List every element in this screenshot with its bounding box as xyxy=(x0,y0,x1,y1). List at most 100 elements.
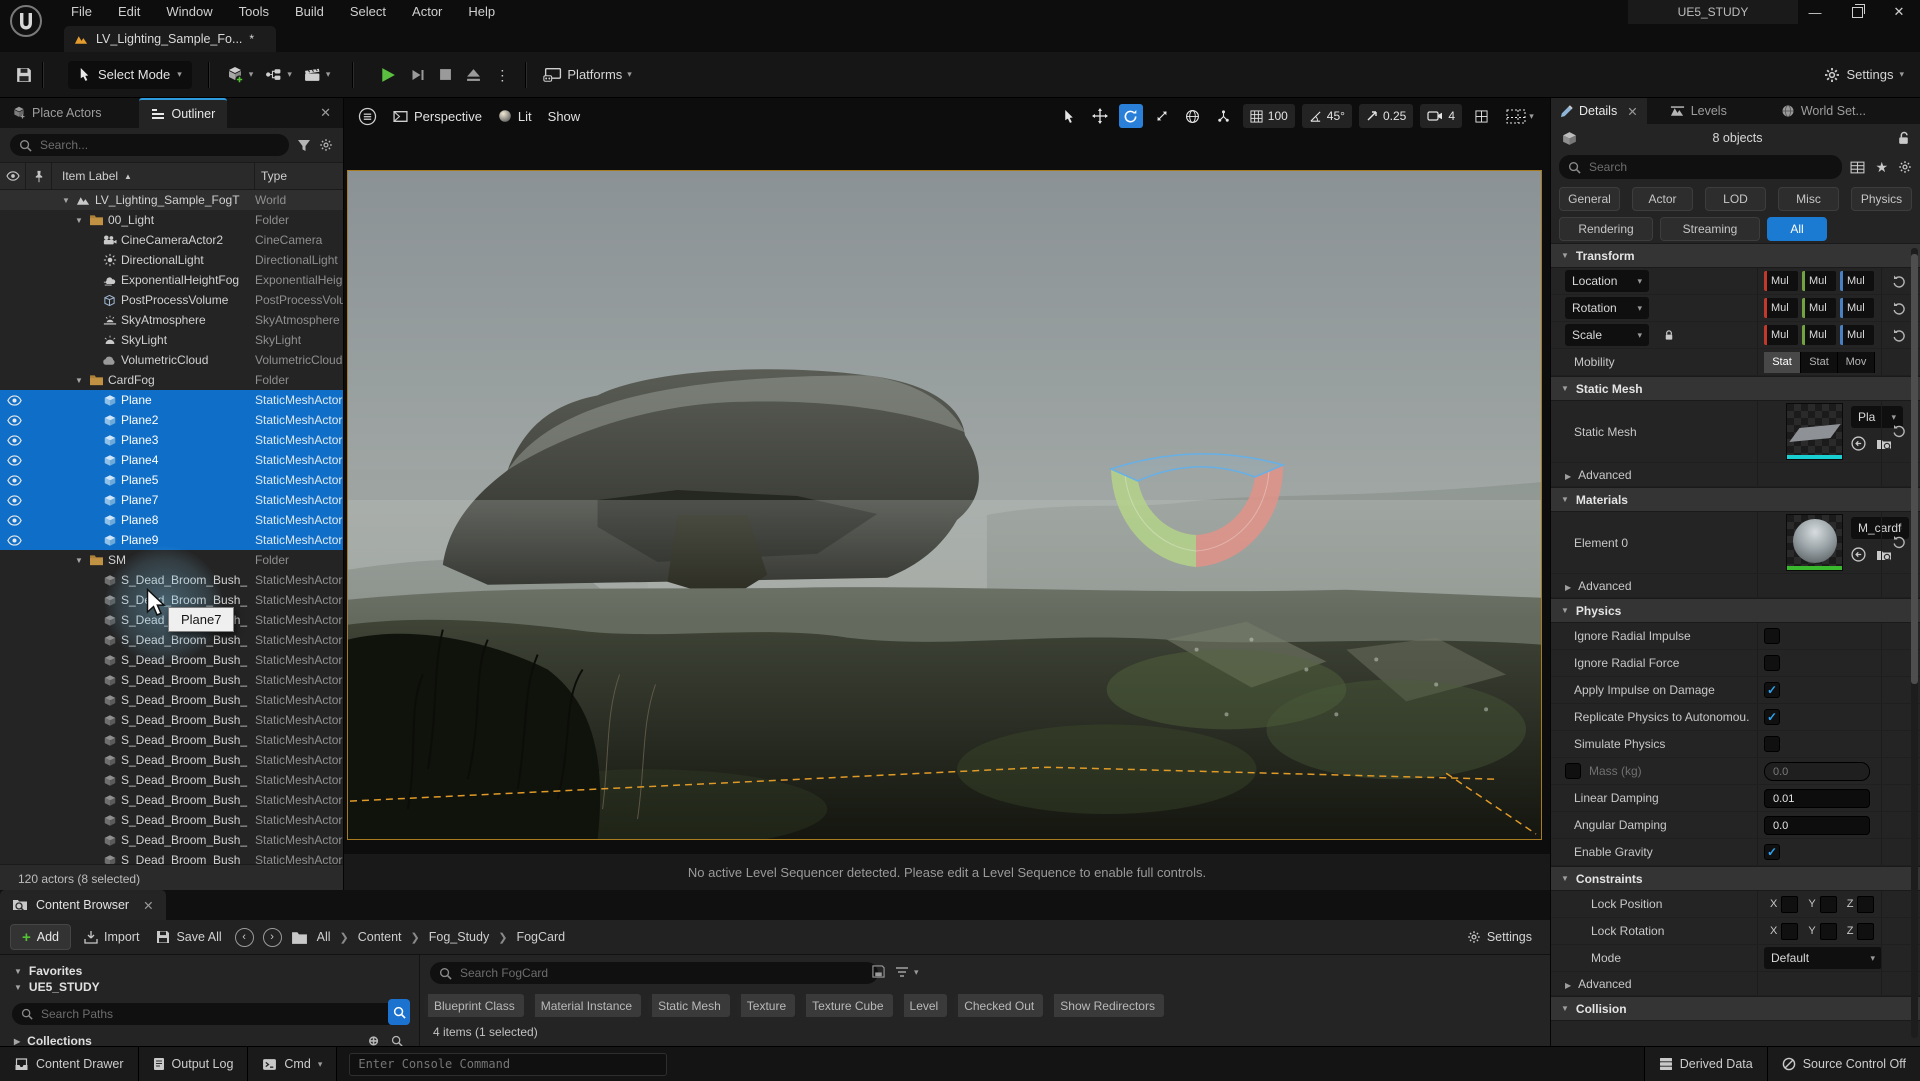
reset-scale-icon[interactable] xyxy=(1892,328,1906,342)
pin-column-icon[interactable] xyxy=(26,163,52,189)
reset-material-icon[interactable] xyxy=(1892,534,1906,551)
sidebar-project[interactable]: ▼UE5_STUDY xyxy=(0,979,419,995)
axis-x-checkbox[interactable] xyxy=(1781,923,1798,940)
physics-checkbox[interactable]: ✓ xyxy=(1764,682,1780,698)
scale-b-value[interactable]: Mul xyxy=(1840,325,1874,345)
level-asset-tab[interactable]: LV_Lighting_Sample_Fo... * xyxy=(64,26,276,52)
row-caret[interactable]: ▼ xyxy=(62,196,74,205)
minimize-button[interactable]: — xyxy=(1794,0,1836,24)
axis-x-checkbox[interactable] xyxy=(1781,896,1798,913)
static-mesh-section-header[interactable]: ▼Static Mesh xyxy=(1551,376,1920,401)
outliner-row[interactable]: ▼CardFogFolder xyxy=(0,370,343,390)
asset-search[interactable] xyxy=(430,962,878,984)
details-filter-physics[interactable]: Physics xyxy=(1851,187,1912,211)
outliner-row[interactable]: Plane8StaticMeshActor xyxy=(0,510,343,530)
menu-edit[interactable]: Edit xyxy=(107,0,151,24)
outliner-settings-icon[interactable] xyxy=(319,138,333,152)
outliner-row[interactable]: SkyAtmosphereSkyAtmosphere xyxy=(0,310,343,330)
use-selected-asset-icon[interactable] xyxy=(1851,436,1866,451)
grid-snap-control[interactable]: 100 xyxy=(1243,104,1295,128)
import-button[interactable]: Import xyxy=(80,930,143,944)
forward-icon[interactable]: › xyxy=(263,928,282,947)
physics-checkbox[interactable] xyxy=(1764,628,1780,644)
viewport-layout-icon[interactable]: ▾ xyxy=(1500,104,1540,128)
content-browser-settings[interactable]: Settings xyxy=(1467,930,1540,944)
breadcrumb-fog_study[interactable]: Fog_Study xyxy=(429,930,489,944)
column-type[interactable]: Type xyxy=(255,163,343,189)
row-eye-icon[interactable] xyxy=(0,455,28,466)
camera-speed-control[interactable]: 4 xyxy=(1420,104,1462,128)
menu-actor[interactable]: Actor xyxy=(401,0,453,24)
perspective-dropdown[interactable]: Perspective xyxy=(393,109,482,124)
row-eye-icon[interactable] xyxy=(0,495,28,506)
row-eye-icon[interactable] xyxy=(0,415,28,426)
details-filter-lod[interactable]: LOD xyxy=(1705,187,1766,211)
eject-icon[interactable] xyxy=(466,68,481,81)
outliner-row[interactable]: Plane3StaticMeshActor xyxy=(0,430,343,450)
outliner-close-icon[interactable]: ✕ xyxy=(308,98,343,128)
physics-checkbox[interactable] xyxy=(1764,736,1780,752)
cmd-dropdown[interactable]: Cmd▾ xyxy=(248,1047,337,1081)
outliner-row[interactable]: VolumetricCloudVolumetricCloud xyxy=(0,350,343,370)
asset-filter-static-mesh[interactable]: Static Mesh xyxy=(648,994,730,1017)
reset-static-mesh-icon[interactable] xyxy=(1892,423,1906,440)
search-paths-input[interactable] xyxy=(39,1006,389,1022)
constraints-advanced-row[interactable]: ▶Advanced xyxy=(1551,972,1920,996)
details-filter-rendering[interactable]: Rendering xyxy=(1559,217,1653,241)
platforms-dropdown[interactable]: Platforms ▾ xyxy=(537,60,637,90)
scale-tool-icon[interactable] xyxy=(1150,104,1174,128)
physics-checkbox[interactable]: ✓ xyxy=(1764,709,1780,725)
outliner-search-input[interactable] xyxy=(38,137,280,153)
tab-levels[interactable]: Levels xyxy=(1661,98,1736,124)
menu-file[interactable]: File xyxy=(60,0,103,24)
breadcrumb-content[interactable]: Content xyxy=(358,930,402,944)
details-close-icon[interactable]: ✕ xyxy=(1627,104,1637,119)
show-flags-dropdown[interactable]: Show xyxy=(548,109,581,124)
asset-filter-blueprint-class[interactable]: Blueprint Class xyxy=(424,994,524,1017)
derived-data-button[interactable]: Derived Data xyxy=(1644,1047,1768,1081)
details-filter-misc[interactable]: Misc xyxy=(1778,187,1839,211)
details-filter-actor[interactable]: Actor xyxy=(1632,187,1693,211)
outliner-row[interactable]: PostProcessVolumePostProcessVolume xyxy=(0,290,343,310)
constraint-mode-dropdown[interactable]: Default▾ xyxy=(1764,947,1882,969)
location-g-value[interactable]: Mul xyxy=(1802,271,1836,291)
location-dropdown[interactable]: Location▾ xyxy=(1565,270,1649,292)
materials-section-header[interactable]: ▼Materials xyxy=(1551,487,1920,512)
rotate-tool-icon[interactable] xyxy=(1119,104,1143,128)
row-caret[interactable]: ▼ xyxy=(75,216,87,225)
asset-filter-show-redirectors[interactable]: Show Redirectors xyxy=(1050,994,1164,1017)
outliner-row[interactable]: ▼LV_Lighting_Sample_FogTWorld xyxy=(0,190,343,210)
reset-location-icon[interactable] xyxy=(1892,274,1906,288)
viewport-options-icon[interactable] xyxy=(358,107,377,126)
asset-filter-texture[interactable]: Texture xyxy=(737,994,795,1017)
physics-value-field[interactable]: 0.0 xyxy=(1764,816,1870,835)
asset-filter-checked-out[interactable]: Checked Out xyxy=(954,994,1043,1017)
outliner-row[interactable]: S_Dead_Broom_Bush_StaticMeshActor xyxy=(0,710,343,730)
viewport[interactable]: Perspective Lit Show xyxy=(344,98,1550,890)
source-control-button[interactable]: Source Control Off xyxy=(1768,1047,1920,1081)
static-mesh-advanced-row[interactable]: ▶Advanced xyxy=(1551,463,1920,487)
outliner-row[interactable]: DirectionalLightDirectionalLight xyxy=(0,250,343,270)
cinematics-button[interactable]: ▾ xyxy=(298,60,337,90)
outliner-filter-icon[interactable] xyxy=(297,139,311,152)
outliner-row[interactable]: S_Dead_Broom_Bush_StaticMeshActor xyxy=(0,610,343,630)
row-eye-icon[interactable] xyxy=(0,515,28,526)
outliner-row[interactable]: S_Dead_Broom_Bush_StaticMeshActor xyxy=(0,770,343,790)
outliner-row[interactable]: S_Dead_Broom_Bush_StaticMeshActor xyxy=(0,750,343,770)
physics-checkbox[interactable]: ✓ xyxy=(1764,844,1780,860)
translate-tool-icon[interactable] xyxy=(1088,104,1112,128)
outliner-row[interactable]: S_Dead_Broom_Bush_StaticMeshActor xyxy=(0,830,343,850)
outliner-row[interactable]: S_Dead_Broom_Bush_StaticMeshActor xyxy=(0,630,343,650)
tab-world-settings[interactable]: World Set... xyxy=(1772,98,1875,124)
display-options-icon[interactable] xyxy=(1850,161,1865,174)
content-browser-tab[interactable]: Content Browser ✕ xyxy=(0,890,166,920)
outliner-row[interactable]: S_Dead_Broom_Bush_StaticMeshActor xyxy=(0,790,343,810)
scale-dropdown[interactable]: Scale▾ xyxy=(1565,324,1649,346)
physics-checkbox[interactable] xyxy=(1764,655,1780,671)
details-scrollbar[interactable] xyxy=(1911,248,1918,1038)
row-eye-icon[interactable] xyxy=(0,475,28,486)
outliner-row[interactable]: ▼00_LightFolder xyxy=(0,210,343,230)
menu-help[interactable]: Help xyxy=(457,0,506,24)
outliner-row[interactable]: ▼SMFolder xyxy=(0,550,343,570)
column-item-label[interactable]: Item Label▲ xyxy=(52,163,255,189)
